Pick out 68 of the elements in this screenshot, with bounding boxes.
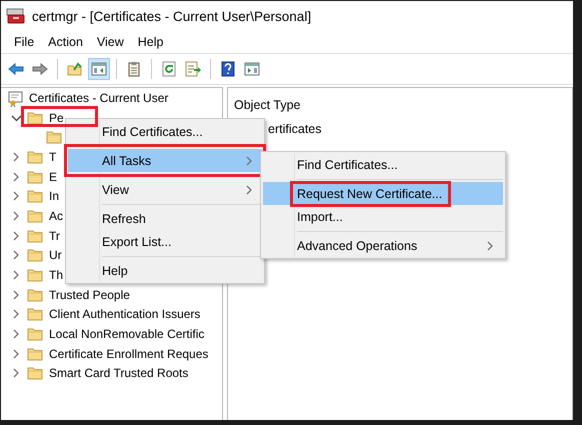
action-pane-icon (243, 60, 261, 78)
tree-item[interactable]: Pe (49, 110, 64, 125)
forward-arrow-icon (31, 60, 49, 78)
folder-icon (27, 247, 43, 264)
menu-item[interactable]: Help (68, 259, 262, 282)
menu-item[interactable]: File (7, 35, 42, 49)
tree-item[interactable]: Ac (49, 208, 64, 223)
export-list-icon (184, 60, 202, 78)
expand-chevron-icon[interactable] (10, 288, 22, 301)
menu-item[interactable]: Action (41, 35, 90, 49)
tree-item[interactable]: Certificates - Current User (29, 90, 168, 105)
tree-item[interactable]: Th (49, 268, 64, 282)
tree-item[interactable]: In (49, 189, 60, 204)
folder-icon (27, 208, 43, 224)
expand-chevron-icon[interactable] (10, 348, 22, 360)
menu-item[interactable]: Refresh (68, 207, 262, 230)
menu-item[interactable]: All Tasks (68, 149, 262, 172)
tree-item[interactable]: Trusted People (49, 288, 130, 302)
menu-item[interactable]: Help (130, 35, 170, 49)
menu-item[interactable]: View (90, 35, 131, 49)
menu-item[interactable]: Import... (263, 205, 503, 228)
menu-item[interactable]: Advanced Operations (263, 234, 503, 257)
tree-item[interactable]: Tr (49, 228, 60, 243)
app-icon (6, 7, 26, 25)
certificate-store-icon (7, 88, 25, 107)
tree-item[interactable]: Client Authentication Issuers (49, 307, 200, 322)
expand-chevron-icon[interactable] (10, 308, 22, 320)
tree-item[interactable]: T (49, 150, 56, 164)
expand-chevron-icon[interactable] (10, 150, 22, 163)
tree-item[interactable]: E (49, 170, 58, 184)
refresh-icon (160, 60, 178, 78)
menu-item[interactable]: Export List... (68, 230, 262, 253)
folder-icon (27, 168, 43, 185)
folder-icon (27, 110, 43, 126)
expand-chevron-icon[interactable] (10, 230, 22, 242)
expand-chevron-icon[interactable] (10, 328, 22, 340)
folder-icon (27, 306, 43, 322)
menu-item[interactable]: Find Certificates... (68, 120, 262, 143)
folder-icon (27, 286, 43, 303)
back-arrow-icon (7, 60, 25, 78)
tree-item[interactable]: Local NonRemovable Certific (49, 327, 204, 342)
folder-icon (27, 188, 43, 204)
folder-icon (27, 228, 43, 244)
tree-item[interactable]: Certificate Enrollment Reques (49, 346, 208, 361)
menu-item[interactable]: Find Certificates... (263, 153, 503, 176)
expand-chevron-icon[interactable] (10, 269, 22, 282)
folder-icon (27, 267, 43, 284)
folder-icon (46, 129, 62, 146)
folder-icon (27, 148, 43, 165)
expand-chevron-icon[interactable] (10, 210, 22, 222)
folder-icon (27, 326, 43, 342)
tree-item[interactable]: Smart Card Trusted Roots (49, 366, 188, 380)
tree-item[interactable]: Ur (49, 248, 62, 262)
window-title: certmgr - [Certificates - Current User\Personal] (32, 8, 312, 24)
folder-up-icon (66, 60, 84, 78)
list-item[interactable]: ertificates (268, 122, 322, 136)
folder-icon (27, 346, 43, 362)
toolbar-button[interactable] (88, 58, 110, 80)
expand-chevron-icon[interactable] (10, 367, 22, 380)
menu-item[interactable]: View (68, 178, 262, 201)
expand-chevron-icon[interactable] (10, 190, 22, 202)
expand-chevron-icon[interactable] (10, 249, 22, 262)
console-tree-icon (90, 60, 108, 78)
folder-icon (27, 365, 43, 382)
help-icon (219, 60, 237, 78)
column-header[interactable]: Object Type (234, 92, 572, 122)
menu-item[interactable]: Request New Certificate... (263, 182, 503, 205)
expand-chevron-icon[interactable] (10, 170, 22, 183)
